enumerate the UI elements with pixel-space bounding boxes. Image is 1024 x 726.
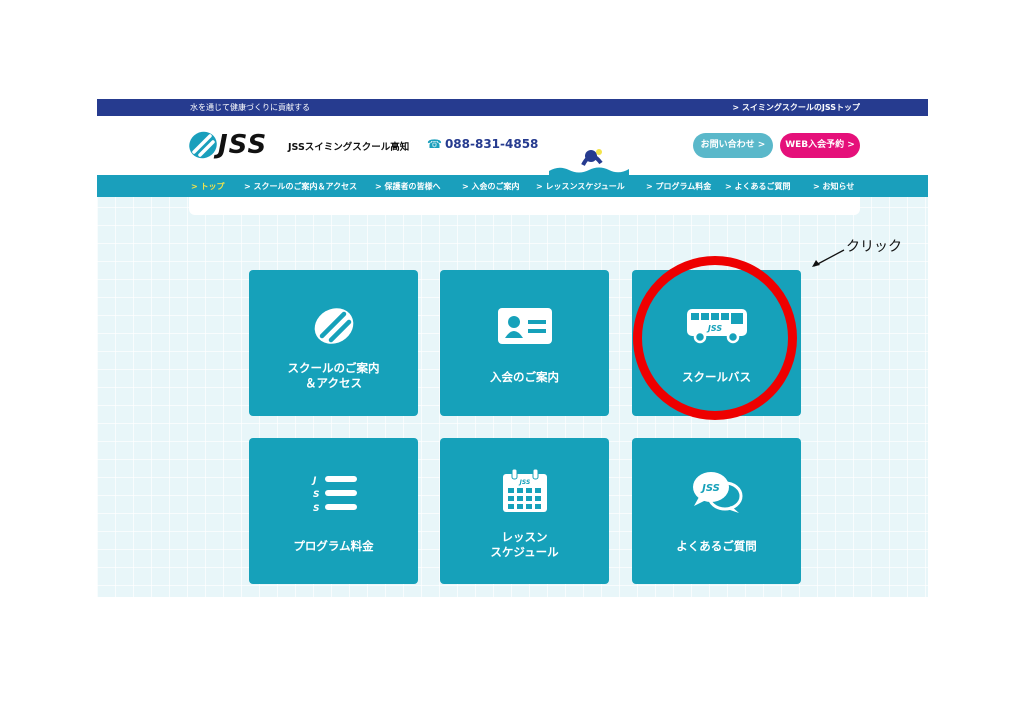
swim-logo-icon xyxy=(314,308,353,344)
card-label: よくあるご質問 xyxy=(676,539,757,553)
tagline: 水を通じて健康づくりに貢献する xyxy=(190,103,310,112)
card-label: レッスン スケジュール xyxy=(490,530,559,559)
jss-logo[interactable]: JSS xyxy=(188,130,278,162)
mascot-wave-icon xyxy=(549,149,629,175)
card-admission[interactable]: 入会のご案内 xyxy=(440,270,609,416)
screenshot-page: 水を通じて健康づくりに貢献する > スイミングスクールのJSSトップ JSS J… xyxy=(0,0,1024,726)
nav-item-top[interactable]: > トップ xyxy=(191,181,225,192)
list-letter-j: J xyxy=(311,476,317,486)
card-label: 入会のご案内 xyxy=(490,370,559,384)
card-id-icon xyxy=(497,308,552,344)
logo-text: JSS xyxy=(218,130,268,160)
list-letter-s: S xyxy=(313,490,319,500)
content-top-strip xyxy=(189,197,860,215)
card-label: スクールのご案内 ＆アクセス xyxy=(287,361,380,390)
annotation-arrow-icon xyxy=(812,249,845,267)
card-faq[interactable]: JSS よくあるご質問 xyxy=(632,438,801,584)
list-icon: J S S xyxy=(311,476,357,514)
chat-icon: JSS xyxy=(692,472,742,513)
main-nav: > トップ > スクールのご案内＆アクセス > 保護者の皆様へ > 入会のご案内… xyxy=(97,175,928,197)
card-school-access[interactable]: スクールのご案内 ＆アクセス xyxy=(249,270,418,416)
calendar-icon: JSS xyxy=(502,468,547,512)
top-bar: 水を通じて健康づくりに貢献する > スイミングスクールのJSSトップ xyxy=(97,99,928,116)
swim-logo-icon xyxy=(189,131,217,159)
phone-text: 088-831-4858 xyxy=(444,137,539,151)
contact-button[interactable]: お問い合わせ > xyxy=(693,133,773,158)
nav-item-faq[interactable]: > よくあるご質問 xyxy=(725,181,791,192)
card-lesson-schedule[interactable]: JSS レッスン スケジュール xyxy=(440,438,609,584)
school-name: JSSスイミングスクール高知 xyxy=(288,142,410,153)
nav-item-school-access[interactable]: > スクールのご案内＆アクセス xyxy=(244,181,357,192)
chat-jss-text: JSS xyxy=(700,483,720,494)
annotation-circle xyxy=(633,256,797,420)
jss-top-link[interactable]: > スイミングスクールのJSSトップ xyxy=(732,102,860,113)
phone-number[interactable]: ☎ 088-831-4858 xyxy=(427,137,538,151)
nav-item-news[interactable]: > お知らせ xyxy=(813,181,854,192)
annotation-label: クリック xyxy=(846,239,902,255)
card-label: プログラム料金 xyxy=(293,539,374,553)
card-program-fee[interactable]: J S S プログラム料金 xyxy=(249,438,418,584)
nav-item-program-fee[interactable]: > プログラム料金 xyxy=(646,181,711,192)
calendar-jss-text: JSS xyxy=(518,479,530,486)
nav-item-admission[interactable]: > 入会のご案内 xyxy=(462,181,520,192)
list-letter-s: S xyxy=(313,504,319,514)
header: JSS JSSスイミングスクール高知 ☎ 088-831-4858 お問い合わせ … xyxy=(97,116,928,175)
phone-icon: ☎ xyxy=(427,137,442,151)
web-reservation-button[interactable]: WEB入会予約 > xyxy=(780,133,860,158)
nav-item-parents[interactable]: > 保護者の皆様へ xyxy=(375,181,441,192)
nav-item-lesson-schedule[interactable]: > レッスンスケジュール xyxy=(536,181,625,192)
